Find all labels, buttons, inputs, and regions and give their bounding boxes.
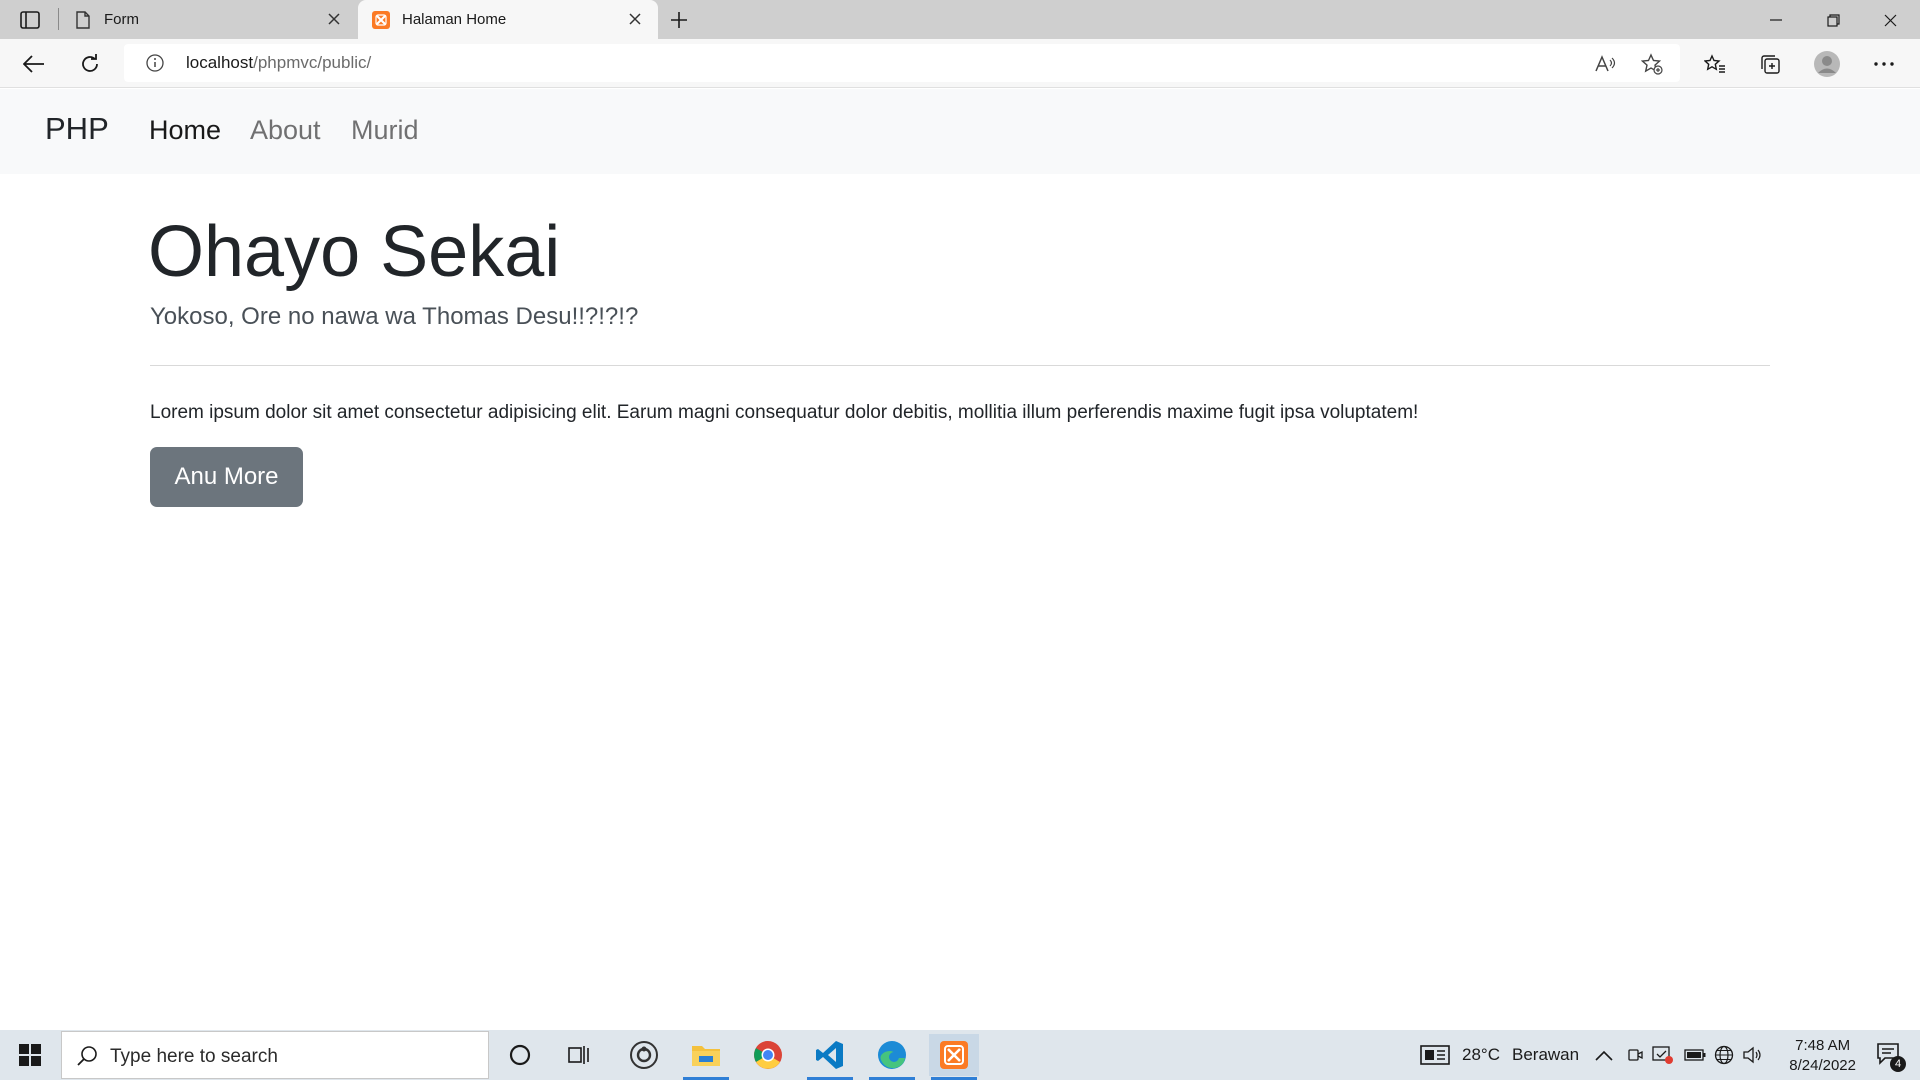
xampp-icon[interactable] [929, 1034, 979, 1080]
network-globe-icon[interactable] [1714, 1030, 1734, 1080]
security-alert-icon[interactable] [1652, 1030, 1674, 1080]
weather-widget[interactable]: 28°C Berawan [1420, 1030, 1579, 1080]
url-host: localhost [186, 53, 254, 72]
new-tab-icon[interactable] [666, 8, 692, 32]
file-explorer-icon[interactable] [681, 1034, 731, 1080]
tab-separator [58, 8, 59, 30]
weather-desc: Berawan [1511, 1045, 1580, 1064]
nav-link-home[interactable]: Home [149, 115, 221, 146]
page-icon [74, 10, 92, 29]
divider [150, 365, 1770, 366]
restore-icon[interactable] [1815, 6, 1851, 34]
vscode-icon[interactable] [805, 1034, 855, 1080]
search-icon [76, 1045, 98, 1067]
taskbar-search-box[interactable]: Type here to search [61, 1031, 489, 1079]
favorites-icon[interactable] [1700, 49, 1730, 79]
windows-taskbar: Type here to search 28°C Berawan 7:48 AM… [0, 1030, 1920, 1080]
show-hidden-icons-icon[interactable] [1595, 1030, 1613, 1080]
more-options-icon[interactable] [1869, 49, 1899, 79]
url-text[interactable]: localhost/phpmvc/public/ [186, 53, 371, 73]
lead-text: Yokoso, Ore no nawa wa Thomas Desu!!?!?!… [150, 303, 639, 330]
browser-toolbar: localhost/phpmvc/public/ [0, 39, 1920, 88]
tab-actions-icon[interactable] [14, 9, 46, 31]
chrome-icon[interactable] [743, 1034, 793, 1076]
taskbar-clock[interactable]: 7:48 AM 8/24/2022 [1789, 1036, 1856, 1076]
windows-start-icon[interactable] [10, 1040, 50, 1070]
obs-icon[interactable] [619, 1034, 669, 1076]
close-tab-icon[interactable] [325, 10, 343, 28]
tab-halaman-home[interactable]: Halaman Home [358, 0, 658, 39]
battery-icon[interactable] [1684, 1030, 1706, 1080]
notifications-icon[interactable]: 4 [1876, 1042, 1906, 1072]
refresh-icon[interactable] [75, 49, 105, 79]
close-tab-icon[interactable] [626, 10, 644, 28]
tab-form[interactable]: Form [62, 0, 357, 39]
profile-avatar-icon[interactable] [1812, 49, 1842, 79]
nav-link-murid[interactable]: Murid [351, 115, 419, 146]
search-placeholder: Type here to search [110, 1046, 278, 1067]
collections-icon[interactable] [1755, 49, 1785, 79]
page-heading: Ohayo Sekai [148, 212, 561, 292]
close-window-icon[interactable] [1872, 6, 1908, 34]
site-navbar: PHP Home About Murid [0, 89, 1920, 174]
tab-title: Form [104, 11, 139, 28]
weather-temp: 28°C [1462, 1045, 1500, 1064]
edge-icon[interactable] [867, 1034, 917, 1080]
browser-tab-strip: Form Halaman Home [0, 0, 1920, 39]
minimize-icon[interactable] [1758, 6, 1794, 34]
navbar-brand[interactable]: PHP [45, 111, 109, 147]
site-info-icon[interactable] [146, 54, 164, 72]
nav-link-about[interactable]: About [250, 115, 321, 146]
clock-time: 7:48 AM [1795, 1037, 1851, 1054]
meet-now-icon[interactable] [1627, 1030, 1643, 1080]
back-arrow-icon[interactable] [19, 49, 49, 79]
volume-icon[interactable] [1743, 1030, 1763, 1080]
read-aloud-icon[interactable] [1594, 53, 1616, 75]
body-paragraph: Lorem ipsum dolor sit amet consectetur a… [150, 402, 1419, 423]
more-button[interactable]: Anu More [150, 447, 303, 507]
add-favorite-icon[interactable] [1641, 53, 1663, 75]
notification-count: 4 [1890, 1056, 1906, 1072]
url-path: /phpmvc/public/ [253, 53, 372, 72]
tab-title: Halaman Home [402, 11, 507, 28]
news-weather-icon [1420, 1045, 1450, 1065]
clock-date: 8/24/2022 [1789, 1057, 1856, 1074]
task-view-icon[interactable] [555, 1034, 605, 1076]
cortana-icon[interactable] [495, 1034, 545, 1076]
address-bar[interactable]: localhost/phpmvc/public/ [124, 44, 1680, 82]
xampp-icon [372, 10, 390, 29]
